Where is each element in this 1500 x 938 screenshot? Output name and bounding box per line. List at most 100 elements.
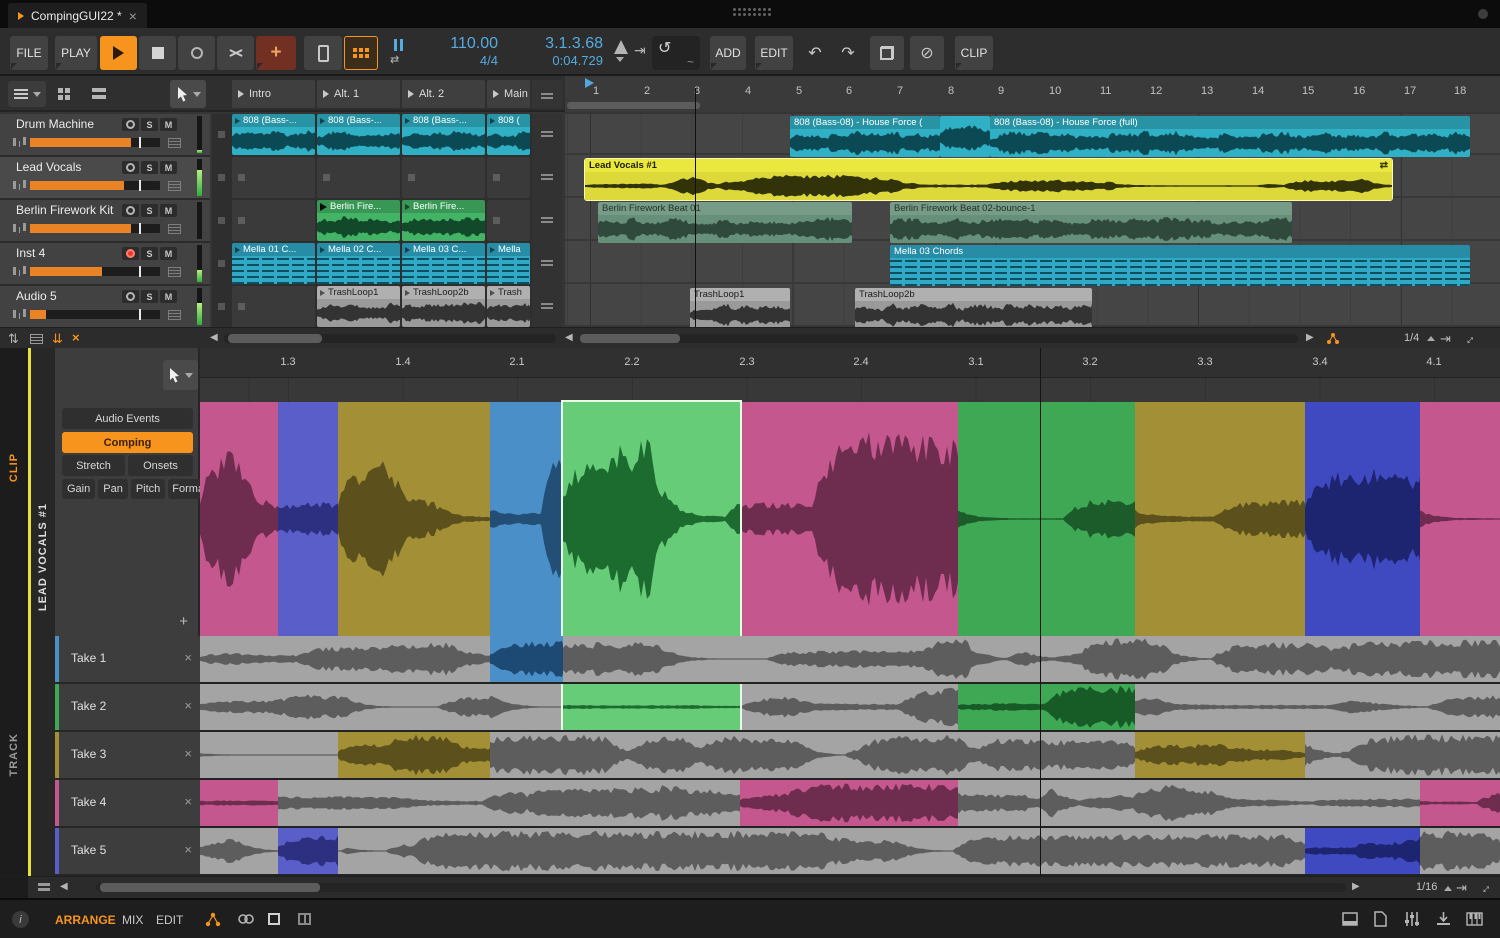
launcher-clip[interactable]: 808 (	[487, 114, 530, 155]
take-lane-2[interactable]	[200, 684, 1500, 730]
launcher-slot-empty[interactable]	[232, 286, 315, 327]
comp-scroll-right-icon[interactable]: ▶	[1352, 881, 1360, 892]
track-options-icon[interactable]	[168, 224, 181, 234]
track-name[interactable]: Audio 5	[16, 289, 57, 303]
comp-main-lane[interactable]	[200, 378, 1500, 636]
mixer-panel-icon[interactable]	[1404, 912, 1420, 926]
take-lane-1[interactable]	[200, 636, 1500, 682]
launcher-clip[interactable]: Mella 01 C...	[232, 243, 315, 284]
volume-fader[interactable]	[30, 267, 160, 276]
track-options-icon[interactable]	[168, 181, 181, 191]
clip-stop-button[interactable]	[212, 243, 232, 284]
clip-stop-button[interactable]	[212, 114, 232, 155]
cancel-button[interactable]: ⊘	[910, 36, 944, 70]
scene-options-column-header[interactable]	[532, 80, 562, 108]
arr-clip-berlin1[interactable]: Berlin Firework Beat 01	[598, 202, 852, 243]
delete-take-icon[interactable]: ×	[184, 746, 192, 761]
comp-section[interactable]	[740, 402, 958, 636]
comp-section[interactable]	[490, 402, 563, 636]
fade-icon[interactable]: ~	[687, 55, 694, 69]
scene-play-icon[interactable]	[493, 90, 499, 98]
launcher-clip-playing[interactable]: Berlin Fire...	[317, 200, 400, 241]
piano-panel-icon[interactable]	[1466, 912, 1483, 926]
take-lane-5[interactable]	[200, 828, 1500, 874]
grip-icon[interactable]	[541, 260, 553, 262]
launcher-clip[interactable]: Mella 03 C...	[402, 243, 485, 284]
project-tab[interactable]: CompingGUI22 * ×	[8, 3, 147, 28]
track-row-audio5[interactable]: Audio 5 S M	[0, 286, 210, 327]
tab-track[interactable]: TRACK	[8, 733, 20, 777]
launcher-clip[interactable]: 808 (Bass-...	[317, 114, 400, 155]
comp-section[interactable]	[200, 402, 278, 636]
zoom-caret-icon[interactable]	[1427, 336, 1435, 341]
comp-scroll-left-icon[interactable]: ◀	[60, 881, 68, 892]
cursor-tool-button[interactable]	[170, 80, 206, 108]
clip-mode-button[interactable]: CLIP	[955, 36, 993, 70]
record-arm-button[interactable]	[122, 204, 139, 217]
launcher-slot-empty[interactable]	[402, 157, 485, 198]
arr-clip-trash1[interactable]: TrashLoop1	[690, 288, 790, 327]
audio-events-button[interactable]: Audio Events	[62, 408, 193, 429]
io-routing-icon[interactable]	[205, 912, 221, 927]
solo-button[interactable]: S	[141, 290, 158, 303]
group-mode-icon[interactable]	[1326, 332, 1340, 345]
solo-button[interactable]: S	[141, 118, 158, 131]
clip-stop-button[interactable]	[212, 286, 232, 327]
panel-tab-mix[interactable]: MIX	[122, 913, 143, 927]
punch-button[interactable]: +	[256, 36, 296, 70]
scissors-button[interactable]	[217, 36, 254, 70]
clip-stop-button[interactable]	[212, 157, 232, 198]
timeline-ruler[interactable]: 1 2 3 4 5 6 7 8 9 10 11 12 13 14 15 16 1…	[565, 76, 1500, 112]
scene-play-icon[interactable]	[238, 90, 244, 98]
mute-button[interactable]: M	[160, 118, 177, 131]
tempo-icons[interactable]: ⇄	[390, 38, 416, 68]
close-icon[interactable]: ×	[129, 8, 137, 24]
launcher-slot-empty[interactable]	[487, 200, 530, 241]
take-segment[interactable]	[490, 636, 563, 682]
track-name[interactable]: Berlin Firework Kit	[16, 203, 113, 217]
record-button[interactable]	[178, 36, 215, 70]
scene-header-intro[interactable]: Intro	[232, 80, 315, 108]
launcher-slot-empty[interactable]	[232, 200, 315, 241]
arr-clip-808-segment[interactable]	[940, 116, 990, 157]
ruler-range-bar[interactable]	[567, 102, 700, 109]
tempo-display[interactable]: 110.00 4/4	[420, 35, 498, 69]
arr-clip-mella[interactable]: Mella 03 Chords	[890, 245, 1470, 286]
scene-header-alt2[interactable]: Alt. 2	[402, 80, 485, 108]
launcher-clip[interactable]: Trash	[487, 286, 530, 327]
record-arm-button[interactable]	[122, 161, 139, 174]
mute-button[interactable]: M	[160, 161, 177, 174]
stretch-button[interactable]: Stretch	[62, 455, 125, 476]
timeline-scrollbar[interactable]	[580, 334, 1298, 343]
arr-clip-trash2[interactable]: TrashLoop2b	[855, 288, 1092, 327]
single-window-icon[interactable]	[268, 913, 280, 925]
launcher-clip[interactable]: TrashLoop1	[317, 286, 400, 327]
arr-clip-lead-vocals[interactable]: Lead Vocals #1 ⇄	[585, 159, 1392, 200]
take-segment[interactable]	[278, 828, 338, 874]
delete-take-icon[interactable]: ×	[184, 698, 192, 713]
grid-view-icon[interactable]	[58, 88, 63, 93]
snap-end-icon[interactable]: ⇥	[1440, 331, 1451, 347]
window-menu-dot[interactable]	[1478, 9, 1488, 19]
loop-icon[interactable]: ↺	[658, 38, 671, 58]
track-row-berlin-firework[interactable]: Berlin Firework Kit S M	[0, 200, 210, 241]
comping-button[interactable]: Comping	[62, 432, 193, 453]
bottom-panel-icon[interactable]	[1342, 912, 1358, 926]
timeline-scroll-right-icon[interactable]: ▶	[1306, 332, 1314, 343]
track-name[interactable]: Inst 4	[16, 246, 45, 260]
comp-section[interactable]	[278, 402, 338, 636]
pan-button[interactable]: Pan	[98, 479, 128, 499]
arranger-playhead[interactable]	[695, 88, 696, 327]
snap-end-icon[interactable]: ⇥	[1456, 880, 1467, 896]
tab-clip[interactable]: CLIP	[8, 453, 20, 482]
take-segment[interactable]	[1135, 732, 1305, 778]
volume-fader[interactable]	[30, 224, 160, 233]
solo-button[interactable]: S	[141, 247, 158, 260]
comping-zoom-value[interactable]: 1/16	[1416, 881, 1437, 893]
mute-button[interactable]: M	[160, 204, 177, 217]
edit-cursor-tool-button[interactable]	[163, 360, 198, 390]
fit-view-icon[interactable]: ↔	[1478, 880, 1491, 895]
track-row-lead-vocals[interactable]: Lead Vocals S M	[0, 157, 210, 198]
add-take-lane-button[interactable]: +	[179, 613, 188, 630]
file-browser-icon[interactable]	[1374, 911, 1387, 927]
